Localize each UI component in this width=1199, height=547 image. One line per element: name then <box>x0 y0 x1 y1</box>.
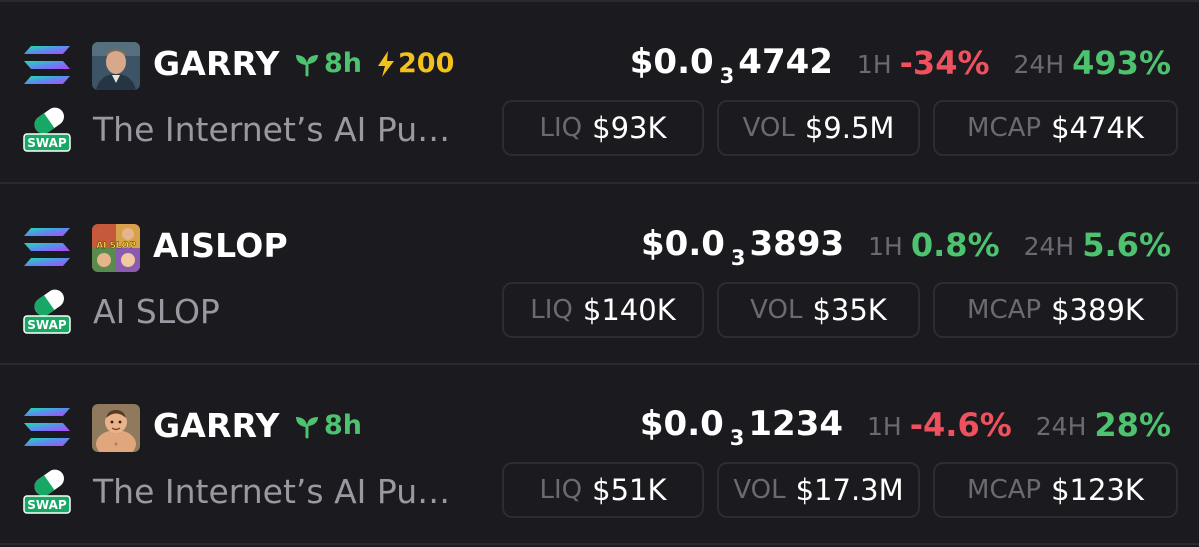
mcap-value: $389K <box>1051 293 1144 327</box>
mcap-label: MCAP <box>967 475 1042 505</box>
price-prefix: $0.0 <box>629 42 714 82</box>
liquidity-value: $140K <box>582 293 676 327</box>
swap-label: SWAP <box>27 136 67 150</box>
price-prefix: $0.0 <box>639 404 724 444</box>
token-stats: LIQ $140K VOL $35K MCAP $389K <box>502 282 1178 340</box>
token-symbol: GARRY <box>153 406 280 445</box>
liquidity-value: $51K <box>592 473 667 507</box>
token-symbol: AISLOP <box>153 226 288 265</box>
timeframe-24h-label: 24H <box>1013 50 1065 79</box>
token-price: $0.0 3 4742 <box>630 42 833 88</box>
swap-label: SWAP <box>27 318 67 332</box>
mcap-stat: MCAP $123K <box>933 462 1178 518</box>
liquidity-stat: LIQ $51K <box>502 462 704 518</box>
token-badges: 8h <box>294 410 362 441</box>
token-row-aislop[interactable]: SWAP AI SLOP AISLOP $0.0 3 3893 1H 0.8% <box>0 184 1199 364</box>
lightning-icon <box>378 50 395 77</box>
divider-bottom <box>0 543 1199 545</box>
liquidity-stat: LIQ $93K <box>502 100 704 156</box>
mcap-stat: MCAP $389K <box>933 282 1178 338</box>
timeframe-1h-label: 1H <box>856 50 892 79</box>
sprout-icon <box>296 416 318 438</box>
liquidity-value: $93K <box>592 111 667 145</box>
volume-stat: VOL $9.5M <box>717 100 920 156</box>
timeframe-1h-label: 1H <box>867 412 902 441</box>
token-symbol: GARRY <box>153 44 280 83</box>
token-header: GARRY 8h $0.0 3 1234 1H -4.6% 24H 28% <box>0 402 1199 452</box>
liquidity-label: LIQ <box>530 295 573 325</box>
boost-text: 200 <box>398 48 455 79</box>
change-1h: -4.6% <box>909 406 1012 444</box>
price-group: $0.0 3 4742 1H -34% 24H 493% <box>630 40 1171 90</box>
boost-badge: 200 <box>376 48 454 79</box>
token-badges: 8h 200 <box>294 48 454 79</box>
age-text: 8h <box>324 410 363 441</box>
price-zero-count: 3 <box>729 426 745 450</box>
age-badge: 8h <box>294 410 362 441</box>
token-price: $0.0 3 1234 <box>640 404 843 450</box>
price-digits: 1234 <box>748 404 844 444</box>
volume-stat: VOL $35K <box>717 282 920 338</box>
token-name: AI SLOP <box>93 292 220 331</box>
mcap-value: $123K <box>1051 473 1144 507</box>
timeframe-24h-label: 24H <box>1035 412 1087 441</box>
mcap-value: $474K <box>1051 111 1144 145</box>
price-prefix: $0.0 <box>641 224 725 264</box>
mcap-label: MCAP <box>967 295 1042 325</box>
liquidity-stat: LIQ $140K <box>502 282 704 338</box>
price-zero-count: 3 <box>719 64 735 88</box>
liquidity-label: LIQ <box>539 113 583 143</box>
token-row-garry-2[interactable]: SWAP GARRY 8h $0.0 3 1234 1H -4.6% 24H 2… <box>0 364 1199 544</box>
liquidity-label: LIQ <box>539 475 583 505</box>
price-group: $0.0 3 1234 1H -4.6% 24H 28% <box>640 402 1171 452</box>
price-group: $0.0 3 3893 1H 0.8% 24H 5.6% <box>641 222 1171 272</box>
volume-value: $17.3M <box>795 473 904 507</box>
change-1h: 0.8% <box>910 226 1000 264</box>
volume-label: VOL <box>742 113 795 143</box>
token-row-garry-1[interactable]: SWAP GARRY 8h 200 $0.0 3 4742 1H -34% 24… <box>0 2 1199 182</box>
swap-icon[interactable]: SWAP <box>22 288 72 336</box>
token-stats: LIQ $93K VOL $9.5M MCAP $474K <box>502 100 1178 158</box>
swap-icon[interactable]: SWAP <box>22 468 72 516</box>
volume-value: $35K <box>812 293 887 327</box>
token-header: AISLOP $0.0 3 3893 1H 0.8% 24H 5.6% <box>0 222 1199 272</box>
token-name: The Internet’s AI Pu… <box>93 110 451 149</box>
token-price: $0.0 3 3893 <box>641 224 844 270</box>
age-badge: 8h <box>294 48 362 79</box>
volume-stat: VOL $17.3M <box>717 462 920 518</box>
price-digits: 4742 <box>738 42 833 82</box>
change-24h: 493% <box>1072 44 1171 82</box>
mcap-stat: MCAP $474K <box>933 100 1178 156</box>
token-name: The Internet’s AI Pu… <box>93 472 451 511</box>
volume-label: VOL <box>733 475 786 505</box>
volume-value: $9.5M <box>804 111 895 145</box>
token-stats: LIQ $51K VOL $17.3M MCAP $123K <box>502 462 1178 520</box>
timeframe-1h-label: 1H <box>868 232 903 261</box>
swap-label: SWAP <box>27 498 67 512</box>
volume-label: VOL <box>750 295 803 325</box>
mcap-label: MCAP <box>967 113 1042 143</box>
change-1h: -34% <box>899 44 990 82</box>
sprout-icon <box>296 54 318 76</box>
price-digits: 3893 <box>749 224 845 264</box>
token-header: GARRY 8h 200 $0.0 3 4742 1H -34% 24H 493… <box>0 40 1199 90</box>
change-24h: 28% <box>1094 406 1171 444</box>
price-zero-count: 3 <box>730 246 746 270</box>
age-text: 8h <box>324 48 363 79</box>
change-24h: 5.6% <box>1082 226 1171 264</box>
swap-icon[interactable]: SWAP <box>22 106 72 154</box>
timeframe-24h-label: 24H <box>1023 232 1075 261</box>
